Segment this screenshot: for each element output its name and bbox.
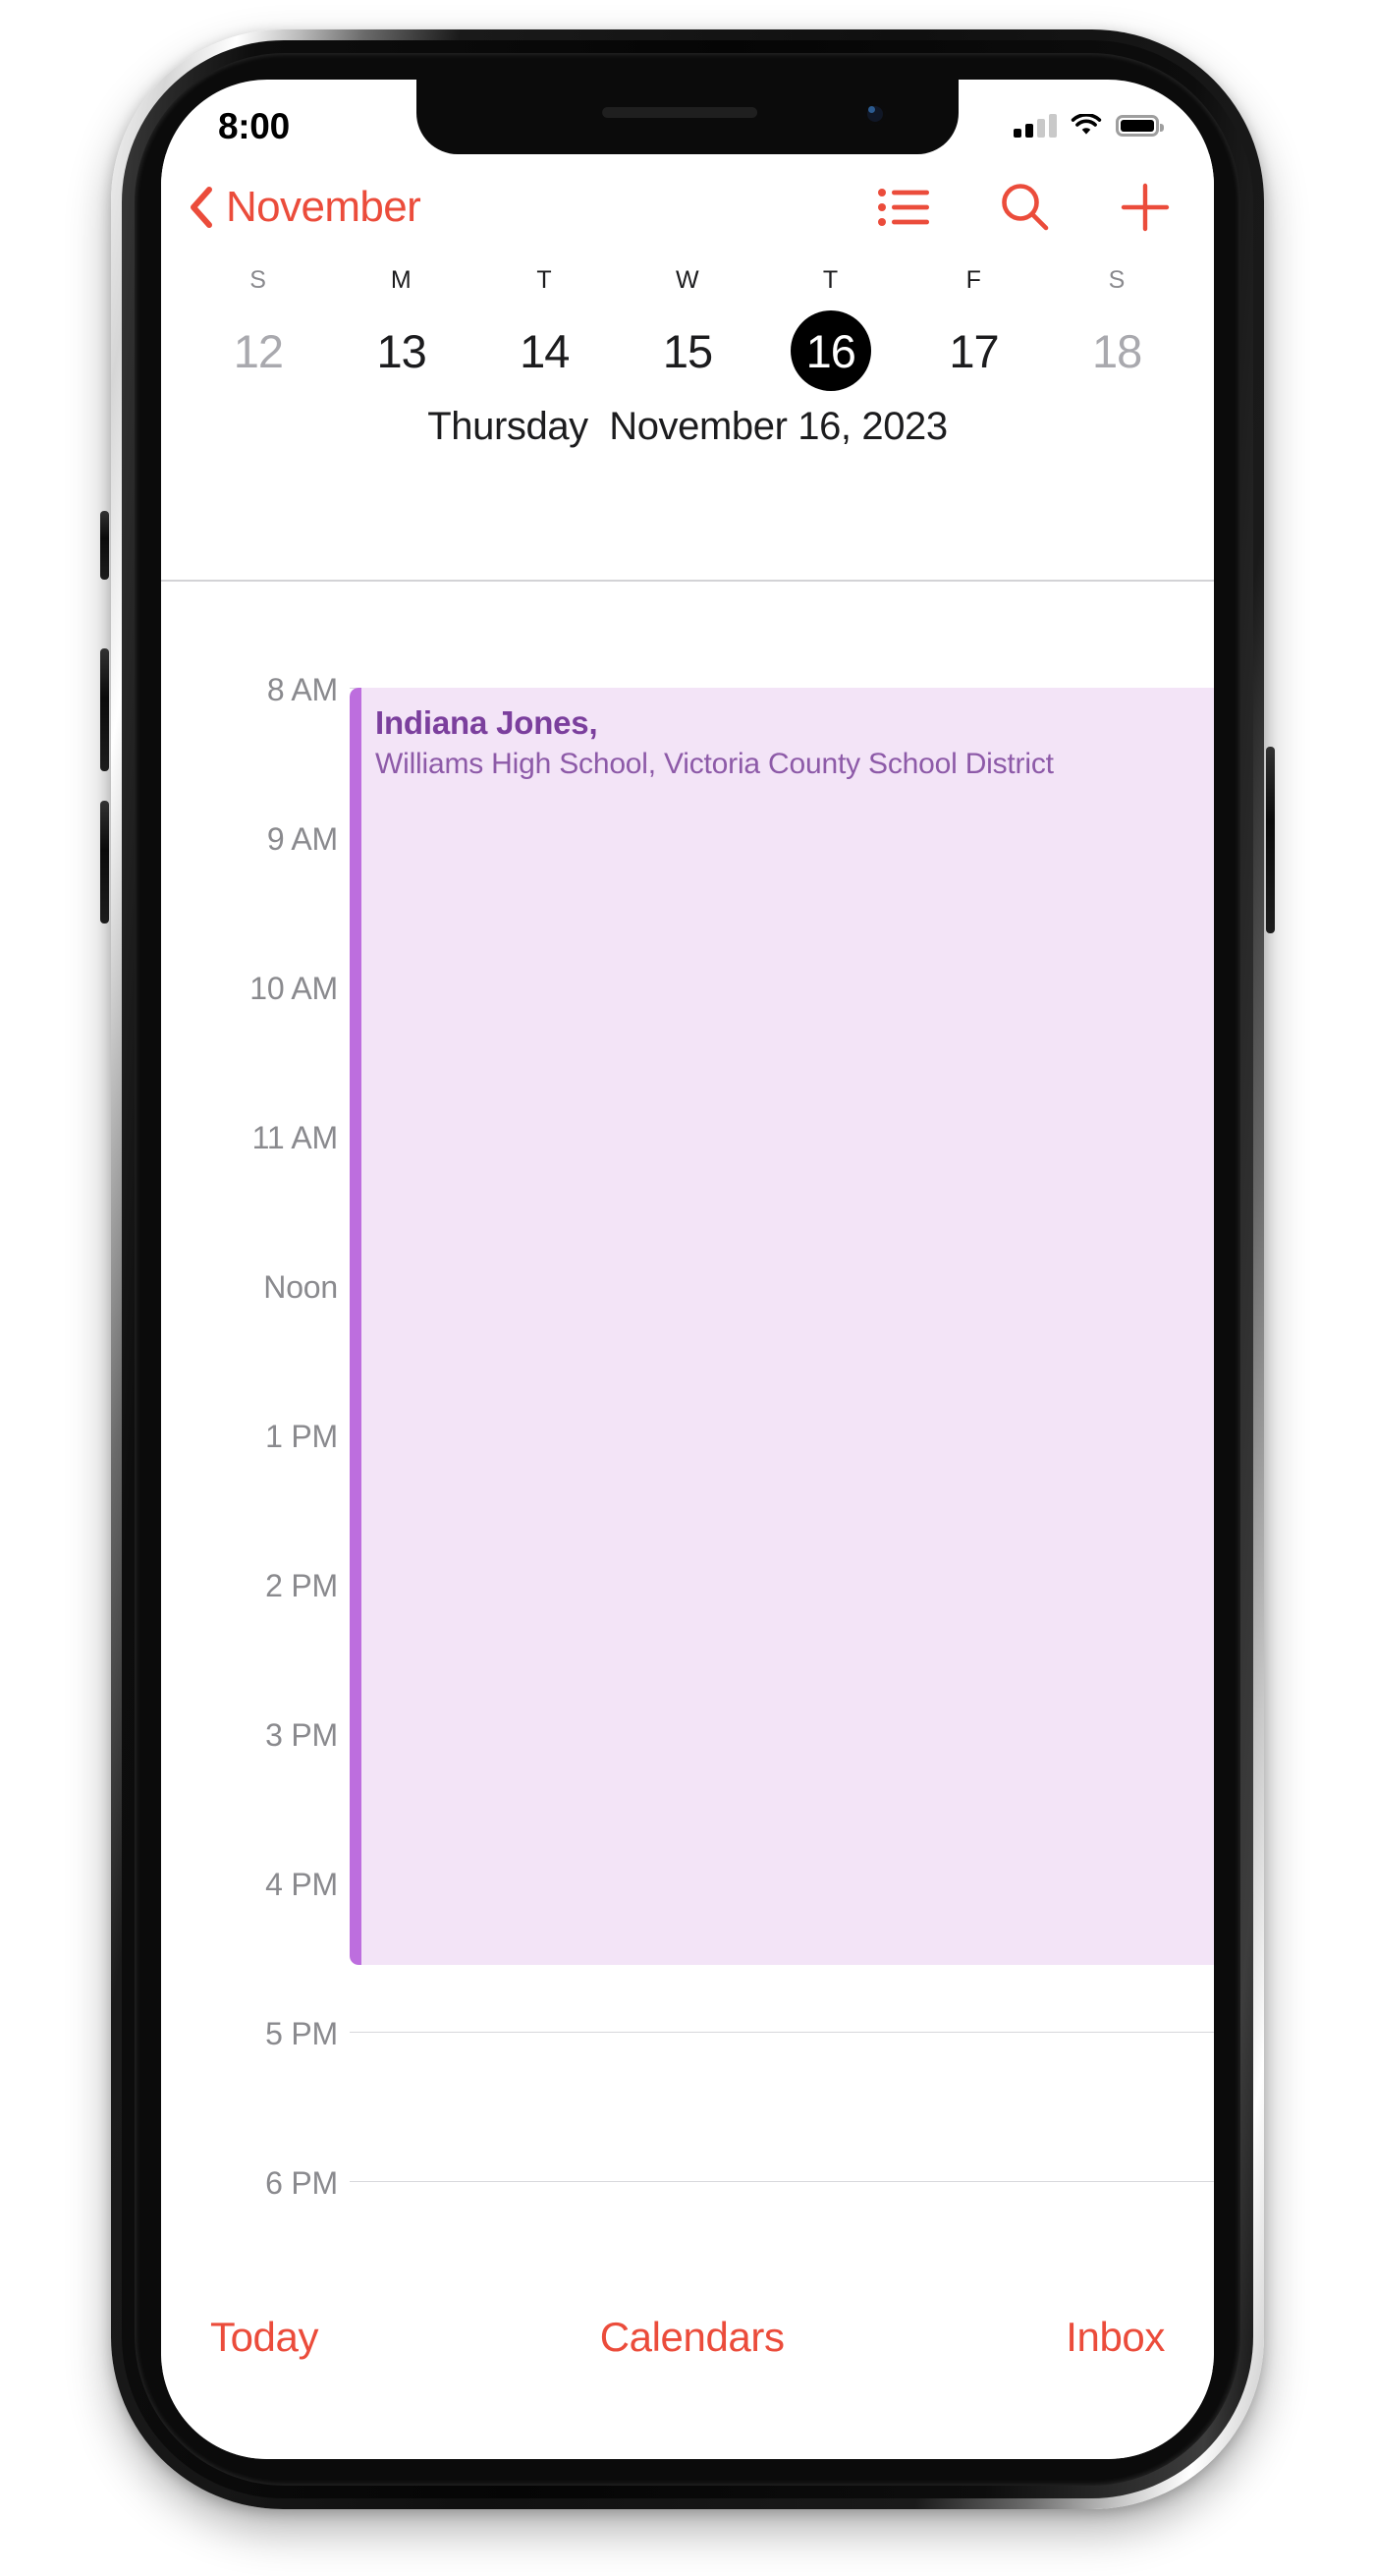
hour-row-6pm: 6 PM (161, 2165, 1214, 2290)
selected-date-header: Thursday November 16, 2023 (187, 405, 1188, 463)
inbox-button[interactable]: Inbox (1066, 2314, 1165, 2361)
hour-label-9am: 9 AM (266, 821, 338, 857)
wifi-icon (1071, 114, 1102, 135)
date-separator (588, 405, 609, 448)
day-cell-16-selected[interactable]: 16 (759, 310, 903, 391)
hour-label-6pm: 6 PM (265, 2165, 338, 2201)
day-cell-18[interactable]: 18 (1045, 310, 1188, 391)
day-number-14: 14 (520, 324, 570, 377)
event-content: Indiana Jones, Williams High School, Vic… (350, 688, 1214, 783)
day-of-week-row: S M T W T F S (187, 266, 1188, 295)
hour-label-noon: Noon (263, 1269, 338, 1305)
hour-label-4pm: 4 PM (265, 1867, 338, 1902)
event-subtitle: Williams High School, Victoria County Sc… (375, 748, 1054, 781)
header-divider (161, 580, 1214, 582)
phone-screen: 8:00 November S M T W T F S 12 13 14 15 … (161, 80, 1214, 2459)
volume-up-button[interactable] (100, 648, 109, 771)
hour-label-2pm: 2 PM (265, 1568, 338, 1603)
device-notch (416, 80, 959, 154)
earpiece-speaker-icon (602, 107, 758, 118)
dow-saturday: S (1108, 266, 1126, 294)
hour-row-5pm: 5 PM (161, 2016, 1214, 2181)
hour-gridline (350, 2181, 1214, 2182)
hour-label-5pm: 5 PM (265, 2016, 338, 2051)
day-cell-17[interactable]: 17 (903, 310, 1046, 391)
navigation-bar: November (161, 154, 1214, 260)
today-button[interactable]: Today (210, 2314, 318, 2361)
dow-friday: F (965, 266, 982, 294)
bottom-toolbar: Today Calendars Inbox (161, 2290, 1214, 2459)
hour-label-3pm: 3 PM (265, 1717, 338, 1753)
day-cell-14[interactable]: 14 (472, 310, 616, 391)
week-strip: S M T W T F S 12 13 14 15 16 17 18 Thurs… (161, 260, 1214, 463)
hour-label-1pm: 1 PM (265, 1419, 338, 1454)
event-accent-bar (350, 688, 361, 1965)
day-cell-13[interactable]: 13 (330, 310, 473, 391)
back-to-month-button[interactable]: November (189, 183, 421, 232)
selected-date-full: November 16, 2023 (609, 405, 948, 448)
day-number-17: 17 (949, 324, 999, 377)
battery-icon (1116, 115, 1164, 137)
status-bar-clock: 8:00 (218, 105, 290, 146)
calendar-event-block[interactable]: Indiana Jones, Williams High School, Vic… (350, 688, 1214, 1965)
selected-date-weekday: Thursday (427, 405, 588, 448)
hour-label-8am: 8 AM (266, 672, 338, 707)
day-cell-12[interactable]: 12 (187, 310, 330, 391)
plus-icon[interactable] (1120, 182, 1171, 233)
list-view-icon[interactable] (878, 186, 931, 229)
search-icon[interactable] (1000, 182, 1051, 233)
timeline-scroll-content: 7 AM 8 AM 9 AM 10 AM 11 AM (161, 582, 1214, 2290)
mute-switch-button[interactable] (100, 511, 109, 580)
volume-down-button[interactable] (100, 801, 109, 924)
dow-thursday: T (822, 266, 839, 294)
day-number-15: 15 (662, 324, 713, 377)
day-number-row: 12 13 14 15 16 17 18 (187, 310, 1188, 391)
day-number-12: 12 (233, 324, 284, 377)
dow-tuesday: T (536, 266, 553, 294)
screenshot-stage: 8:00 November S M T W T F S 12 13 14 15 … (0, 0, 1375, 2576)
nav-action-icons (878, 182, 1171, 233)
day-number-13: 13 (376, 324, 426, 377)
hour-label-10am: 10 AM (249, 971, 338, 1006)
hour-gridline (350, 2032, 1214, 2033)
dow-sunday: S (249, 266, 267, 294)
day-timeline-grid[interactable]: 7 AM 8 AM 9 AM 10 AM 11 AM (161, 582, 1214, 2290)
hour-label-11am: 11 AM (251, 1120, 339, 1155)
cellular-signal-icon (1014, 114, 1057, 138)
chevron-left-icon (191, 187, 212, 228)
dow-wednesday: W (675, 266, 700, 294)
calendars-button[interactable]: Calendars (318, 2314, 1066, 2361)
day-number-16: 16 (805, 324, 856, 377)
day-cell-15[interactable]: 15 (616, 310, 759, 391)
back-button-label: November (226, 183, 421, 231)
status-bar-indicators (1014, 114, 1164, 138)
day-number-18: 18 (1092, 324, 1142, 377)
event-title: Indiana Jones, (375, 704, 598, 741)
dow-monday: M (390, 266, 412, 294)
power-side-button[interactable] (1266, 747, 1275, 933)
front-camera-icon (864, 103, 886, 125)
